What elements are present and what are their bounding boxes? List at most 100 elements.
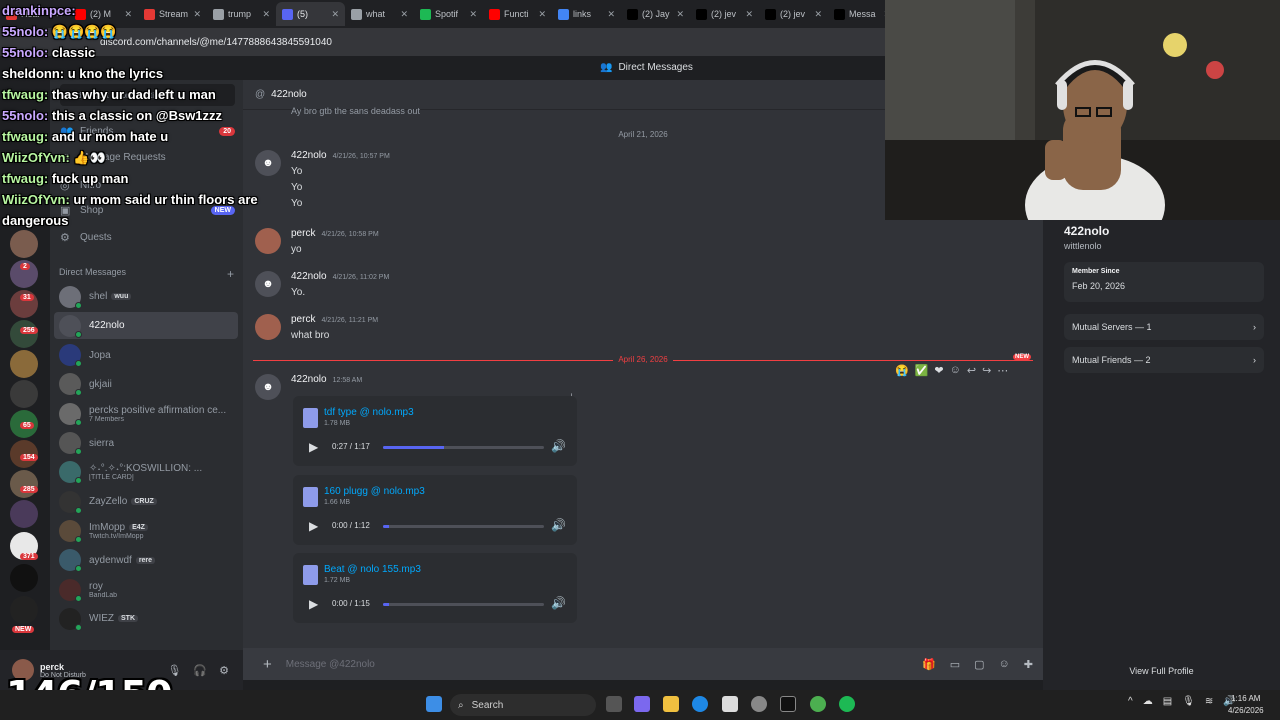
dm-item[interactable]: shel wuu xyxy=(54,283,238,310)
dm-item[interactable]: sierra xyxy=(54,430,238,457)
message-time: 4/21/26, 10:57 PM xyxy=(332,153,390,160)
volume-icon[interactable]: 🔊 xyxy=(551,439,566,453)
headphones-icon[interactable]: 🎧 xyxy=(193,664,207,677)
task-view-icon[interactable] xyxy=(606,696,622,712)
apps-icon[interactable]: ✚ xyxy=(1024,658,1033,671)
play-icon[interactable]: ▶ xyxy=(309,440,318,454)
add-reaction-icon[interactable]: ☺ xyxy=(950,364,961,377)
view-full-profile-link[interactable]: View Full Profile xyxy=(1043,666,1280,676)
gif-icon[interactable]: ▭ xyxy=(950,658,960,671)
discord-avatar-icon[interactable]: ☻ xyxy=(255,374,281,400)
server-icon[interactable] xyxy=(10,350,38,378)
discord-avatar-icon[interactable]: ☻ xyxy=(255,271,281,297)
reply-icon[interactable]: ↩ xyxy=(967,364,976,377)
mic-icon[interactable]: 🎙 xyxy=(1182,696,1195,707)
dm-item[interactable]: percks positive affirmation ce... 7 Membe… xyxy=(54,400,238,427)
seek-slider[interactable] xyxy=(383,446,544,449)
volume-icon[interactable]: 🔊 xyxy=(551,596,566,610)
check-emoji-reaction[interactable]: ✅ xyxy=(915,364,929,377)
clock[interactable]: 1:16 AM 4/26/2026 xyxy=(1228,693,1264,717)
file-name-link[interactable]: 160 plugg @ nolo.mp3 xyxy=(324,486,425,497)
dm-item[interactable]: roy BandLab xyxy=(54,576,238,603)
play-icon[interactable]: ▶ xyxy=(309,597,318,611)
close-icon[interactable]: ✕ xyxy=(469,9,477,20)
gift-icon[interactable]: 🎁 xyxy=(922,658,936,671)
forward-icon[interactable]: ↪ xyxy=(982,364,991,377)
avatar[interactable] xyxy=(255,228,281,254)
taskbar-search[interactable]: ⌕ Search xyxy=(450,694,596,716)
seek-slider[interactable] xyxy=(383,524,544,528)
dm-item[interactable]: ✧˖°.✧˖°:KOSWILLION: ... [TITLE CARD] xyxy=(54,459,238,486)
close-icon[interactable]: ✕ xyxy=(607,9,615,20)
chevron-up-icon[interactable]: ^ xyxy=(1128,696,1133,707)
volume-icon[interactable]: 🔊 xyxy=(551,518,566,532)
message-composer[interactable]: + Message @422nolo 🎁 ▭ ▢ ☺ ✚ xyxy=(243,648,1043,680)
file-explorer-icon[interactable] xyxy=(663,696,679,712)
server-icon[interactable] xyxy=(10,320,38,348)
more-icon[interactable]: ⋯ xyxy=(997,364,1008,377)
store-icon[interactable] xyxy=(722,696,738,712)
message-time: 4/21/26, 11:21 PM xyxy=(321,317,379,324)
message-author[interactable]: 422nolo xyxy=(291,271,327,282)
dm-item[interactable]: 422nolo xyxy=(54,312,238,340)
message-author[interactable]: 422nolo xyxy=(291,374,327,385)
avatar[interactable] xyxy=(255,314,281,340)
close-icon[interactable]: ✕ xyxy=(331,9,339,20)
server-icon[interactable] xyxy=(10,380,38,408)
close-icon[interactable]: ✕ xyxy=(745,9,753,20)
message-author[interactable]: perck xyxy=(291,314,315,325)
file-name-link[interactable]: tdf type @ nolo.mp3 xyxy=(324,407,414,418)
server-icon[interactable] xyxy=(10,230,38,258)
gear-icon[interactable]: ⚙ xyxy=(219,664,229,677)
seek-slider[interactable] xyxy=(383,603,544,606)
network-icon[interactable]: ▤ xyxy=(1163,696,1172,707)
dm-item[interactable]: gkjaii xyxy=(54,371,238,398)
copilot-icon[interactable] xyxy=(634,696,650,712)
edge-icon[interactable] xyxy=(692,696,708,712)
dm-item[interactable]: ZayZello CRUZ xyxy=(54,488,238,515)
mutual-friends-row[interactable]: Mutual Friends — 2 › xyxy=(1064,347,1264,373)
dm-item[interactable]: WIEZ STK xyxy=(54,605,238,632)
overlay-chat-text: 👍👀 xyxy=(73,150,106,165)
browser-tab[interactable]: (2) Jay ✕ xyxy=(621,2,690,26)
add-dm-button[interactable]: + xyxy=(227,267,234,281)
browser-tab[interactable]: (2) jev ✕ xyxy=(690,2,759,26)
server-icon[interactable] xyxy=(10,564,38,592)
mutual-servers-row[interactable]: Mutual Servers — 1 › xyxy=(1064,314,1264,340)
crying-emoji-reaction[interactable]: 😭 xyxy=(895,364,909,377)
status-dot xyxy=(75,448,82,455)
windows-start-icon[interactable] xyxy=(426,696,442,712)
heart-emoji-reaction[interactable]: ❤ xyxy=(934,364,943,377)
message-input[interactable]: Message @422nolo xyxy=(286,659,375,670)
dm-item[interactable]: aydenwdf rere xyxy=(54,547,238,574)
emoji-icon[interactable]: ☺ xyxy=(999,658,1010,671)
tab-label: Functi xyxy=(504,9,529,19)
browser-tab[interactable]: what ✕ xyxy=(345,2,414,26)
server-icon[interactable] xyxy=(10,500,38,528)
dm-item[interactable]: ImMopp E4Z Twitch.tv/ImMopp xyxy=(54,517,238,544)
server-icon[interactable] xyxy=(10,596,38,624)
close-icon[interactable]: ✕ xyxy=(538,9,546,20)
overlay-chat-text: u kno the lyrics xyxy=(67,66,164,81)
onedrive-icon[interactable]: ☁ xyxy=(1143,696,1153,707)
file-name-link[interactable]: Beat @ nolo 155.mp3 xyxy=(324,564,421,575)
browser-tab[interactable]: Functi ✕ xyxy=(483,2,552,26)
browser-tab[interactable]: (2) jev ✕ xyxy=(759,2,828,26)
browser-tab[interactable]: Messa✕ xyxy=(828,2,885,26)
browser-tab[interactable]: links ✕ xyxy=(552,2,621,26)
message-time: 4/21/26, 10:58 PM xyxy=(321,231,379,238)
app-icon[interactable] xyxy=(751,696,767,712)
close-icon[interactable]: ✕ xyxy=(676,9,684,20)
wifi-icon[interactable]: ≋ xyxy=(1205,696,1213,707)
close-icon[interactable]: ✕ xyxy=(814,9,822,20)
server-icon[interactable] xyxy=(10,470,38,498)
plus-icon[interactable]: + xyxy=(263,656,272,673)
close-icon[interactable]: ✕ xyxy=(400,9,408,20)
chrome-icon[interactable] xyxy=(810,696,826,712)
sticker-icon[interactable]: ▢ xyxy=(974,658,984,671)
play-icon[interactable]: ▶ xyxy=(309,519,318,533)
capcut-icon[interactable] xyxy=(780,696,796,712)
browser-tab[interactable]: Spotif ✕ xyxy=(414,2,483,26)
spotify-icon[interactable] xyxy=(839,696,855,712)
dm-item[interactable]: Jopa xyxy=(54,342,238,369)
